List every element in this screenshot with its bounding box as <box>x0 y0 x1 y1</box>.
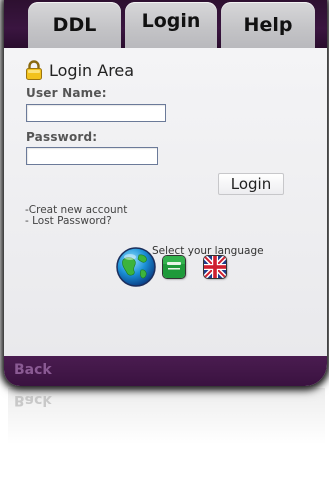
back-reflection-text: Back <box>14 392 52 408</box>
globe-icon <box>116 247 156 287</box>
tab-help-label: Help <box>243 14 293 36</box>
lost-password-link[interactable]: - Lost Password? <box>25 215 112 227</box>
bottom-bar <box>4 356 327 386</box>
lock-icon <box>26 60 42 80</box>
login-area-title: Login Area <box>49 60 135 80</box>
password-field[interactable] <box>26 147 158 165</box>
username-field[interactable] <box>26 104 166 122</box>
device-screen: DDL Login Help Login Area User Name: Pas… <box>4 0 327 386</box>
login-area-heading: Login Area <box>25 58 134 82</box>
page: DDL Login Help Login Area User Name: Pas… <box>0 0 329 492</box>
top-navigation-bar: DDL Login Help <box>4 0 327 48</box>
login-button[interactable]: Login <box>218 173 284 195</box>
back-link[interactable]: Back <box>14 362 52 378</box>
saudi-flag-icon[interactable] <box>163 256 185 278</box>
username-label: User Name: <box>26 86 107 100</box>
tab-ddl[interactable]: DDL <box>28 2 121 48</box>
tab-ddl-label: DDL <box>52 14 97 36</box>
tab-login[interactable]: Login <box>125 2 217 48</box>
password-label: Password: <box>26 130 98 144</box>
device-reflection: Back <box>8 388 325 492</box>
tab-login-label: Login <box>141 10 201 32</box>
tab-help[interactable]: Help <box>221 2 315 48</box>
uk-flag-icon[interactable] <box>204 256 226 278</box>
